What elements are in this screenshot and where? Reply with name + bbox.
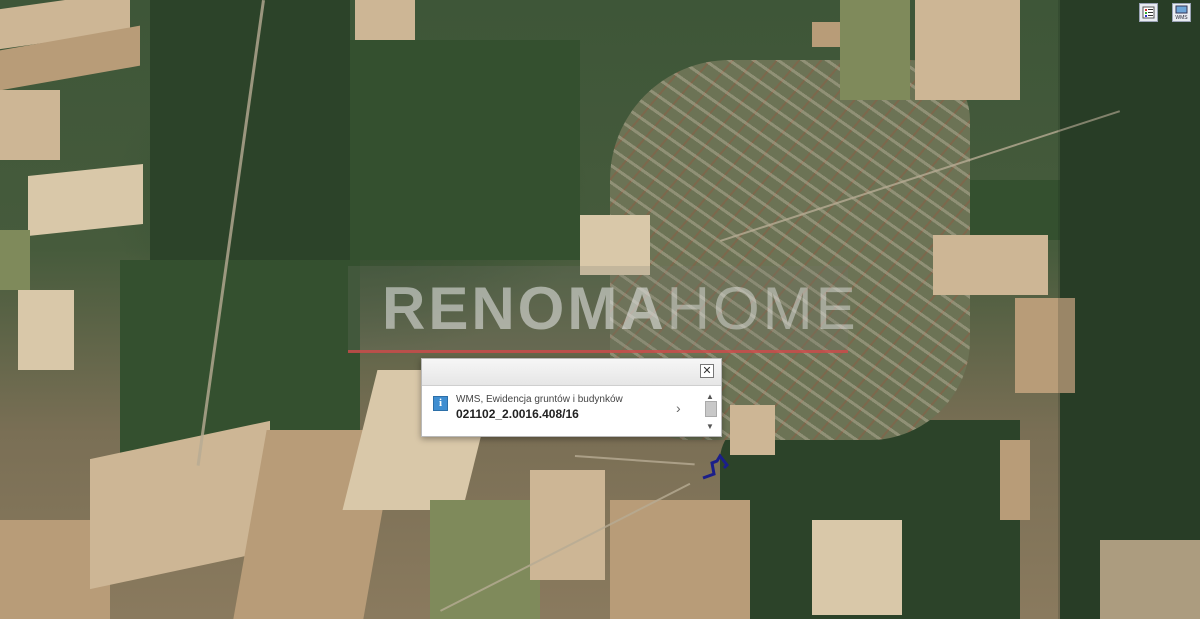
field: [933, 235, 1048, 295]
watermark-underline: [348, 350, 848, 353]
chevron-right-icon[interactable]: ›: [676, 401, 681, 415]
field: [610, 500, 750, 619]
scroll-thumb[interactable]: [705, 401, 717, 417]
scroll-up-icon[interactable]: ▲: [706, 393, 714, 401]
parcel-outline[interactable]: [700, 452, 732, 482]
popup-header: ✕: [422, 359, 721, 386]
wms-layers-button[interactable]: WMS: [1172, 3, 1191, 22]
info-icon: i: [433, 396, 448, 411]
field: [840, 0, 910, 100]
field: [1000, 440, 1030, 520]
forest: [350, 40, 580, 260]
parcel-id: 021102_2.0016.408/16: [456, 407, 579, 421]
field: [0, 230, 30, 290]
wms-layer-icon: WMS: [1175, 5, 1188, 21]
legend-button[interactable]: [1139, 3, 1158, 22]
brand-watermark: RENOMAHOME: [348, 266, 856, 353]
field: [28, 163, 143, 237]
watermark-brand-bold: RENOMA: [382, 275, 667, 342]
field: [730, 405, 775, 455]
close-button[interactable]: ✕: [700, 364, 714, 378]
wms-icon-label: WMS: [1175, 15, 1188, 21]
watermark-text: RENOMAHOME: [382, 274, 859, 343]
watermark-brand-thin: HOME: [666, 275, 859, 342]
forest: [150, 0, 350, 260]
field: [915, 0, 1020, 100]
field: [812, 22, 840, 47]
scroll-down-icon[interactable]: ▼: [706, 423, 714, 431]
field: [812, 520, 902, 615]
field: [530, 470, 605, 580]
legend-list-icon: [1142, 6, 1155, 19]
popup-scrollbar[interactable]: ▲ ▼: [704, 393, 718, 433]
field: [355, 0, 415, 45]
field: [18, 290, 74, 370]
field: [430, 500, 540, 619]
road: [574, 455, 695, 466]
field: [0, 90, 60, 160]
feature-info-popup: ✕ i WMS, Ewidencja gruntów i budynków 02…: [421, 358, 722, 437]
imagery-seam: [1058, 0, 1200, 619]
layer-name: WMS, Ewidencja gruntów i budynków: [456, 394, 623, 405]
